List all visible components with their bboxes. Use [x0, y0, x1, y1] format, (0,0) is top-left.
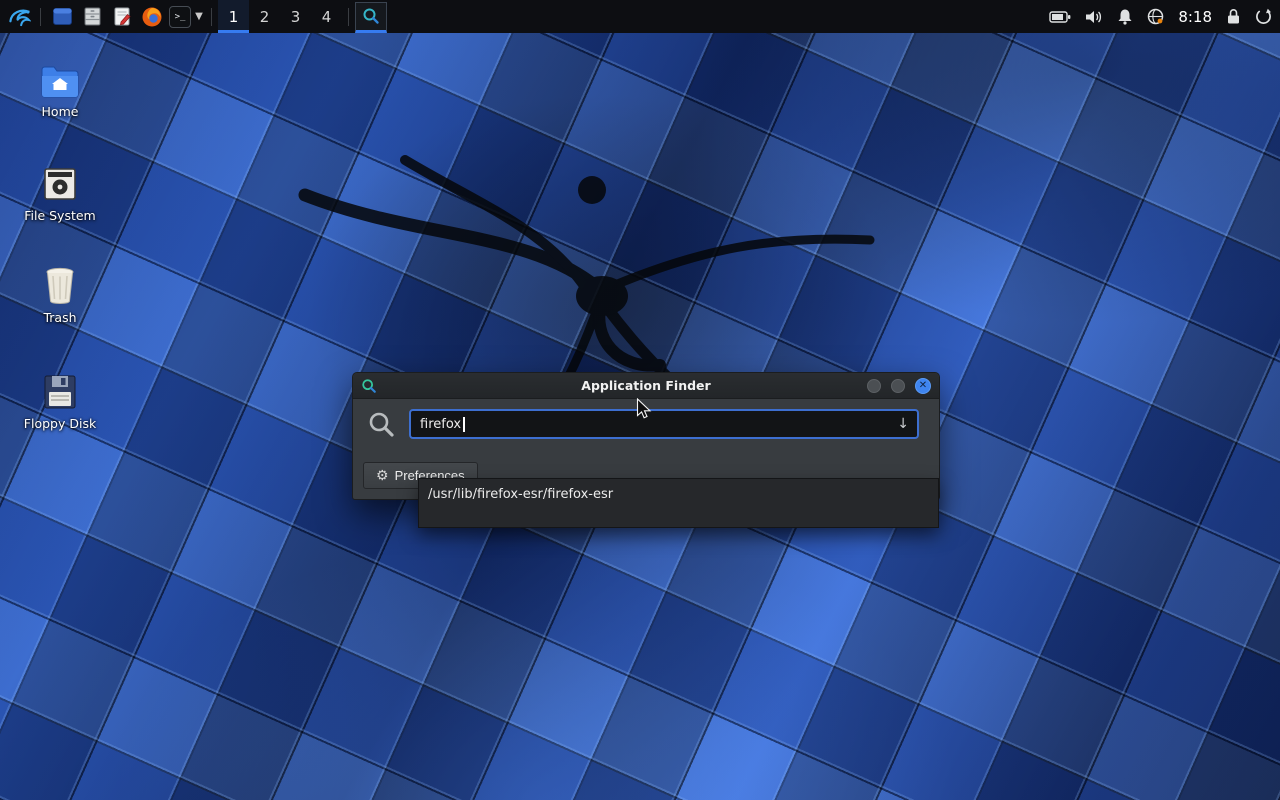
- desktop-icon-floppy-disk[interactable]: Floppy Disk: [8, 368, 112, 431]
- desktop-icon-file-system[interactable]: File System: [8, 160, 112, 223]
- terminal-icon[interactable]: >_: [167, 0, 193, 33]
- close-button[interactable]: ✕: [915, 378, 931, 394]
- finder-body: firefox ↓ ⚙ Preferences /usr/lib/firefox…: [353, 399, 939, 499]
- notifications-icon[interactable]: [1117, 0, 1133, 33]
- desktop-icon-label: File System: [8, 208, 112, 223]
- floppy-disk-icon: [8, 368, 112, 410]
- window-title: Application Finder: [353, 378, 939, 393]
- application-finder-task-button[interactable]: [355, 2, 387, 33]
- gear-icon: ⚙: [376, 467, 389, 484]
- application-finder-icon: [362, 7, 380, 25]
- search-input[interactable]: firefox ↓: [409, 409, 919, 439]
- home-folder-icon: [8, 56, 112, 98]
- desktop-icon-label: Home: [8, 104, 112, 119]
- top-panel: >_ ▼ 1 2 3 4: [0, 0, 1280, 33]
- panel-separator: [348, 8, 349, 26]
- search-icon: [367, 410, 395, 438]
- combo-dropdown-arrow-icon[interactable]: ↓: [895, 416, 911, 432]
- completion-item[interactable]: /usr/lib/firefox-esr/firefox-esr: [419, 479, 938, 509]
- trash-icon: [8, 262, 112, 304]
- workspace-2[interactable]: 2: [249, 0, 280, 33]
- search-input-value: firefox: [420, 417, 461, 432]
- close-icon: ✕: [919, 381, 927, 391]
- desktop-icon-trash[interactable]: Trash: [8, 262, 112, 325]
- volume-icon[interactable]: [1085, 0, 1103, 33]
- application-finder-window: Application Finder ✕ firefox ↓ ⚙ Prefere…: [352, 372, 940, 500]
- maximize-button[interactable]: [891, 379, 905, 393]
- finder-titlebar[interactable]: Application Finder ✕: [353, 373, 939, 399]
- clock[interactable]: 8:18: [1178, 8, 1212, 26]
- lock-icon[interactable]: [1226, 0, 1241, 33]
- minimize-button[interactable]: [867, 379, 881, 393]
- desktop-icon-label: Floppy Disk: [8, 416, 112, 431]
- desktop-icon-label: Trash: [8, 310, 112, 325]
- workspace-4[interactable]: 4: [311, 0, 342, 33]
- battery-icon[interactable]: [1049, 0, 1071, 33]
- desktop-icon-home[interactable]: Home: [8, 56, 112, 119]
- panel-separator: [211, 8, 212, 26]
- file-manager-icon[interactable]: [77, 0, 107, 33]
- text-editor-icon[interactable]: [107, 0, 137, 33]
- application-finder-window-icon: [361, 378, 377, 394]
- firefox-icon[interactable]: [137, 0, 167, 33]
- chevron-down-icon[interactable]: ▼: [193, 11, 205, 22]
- power-icon[interactable]: [1255, 0, 1272, 33]
- panel-separator: [40, 8, 41, 26]
- workspace-1[interactable]: 1: [218, 0, 249, 33]
- kali-menu-icon[interactable]: [4, 0, 34, 33]
- network-icon[interactable]: [1147, 0, 1164, 33]
- files-icon[interactable]: [47, 0, 77, 33]
- completion-popup: /usr/lib/firefox-esr/firefox-esr: [418, 478, 939, 528]
- workspace-3[interactable]: 3: [280, 0, 311, 33]
- text-caret: [463, 417, 465, 432]
- file-system-icon: [8, 160, 112, 202]
